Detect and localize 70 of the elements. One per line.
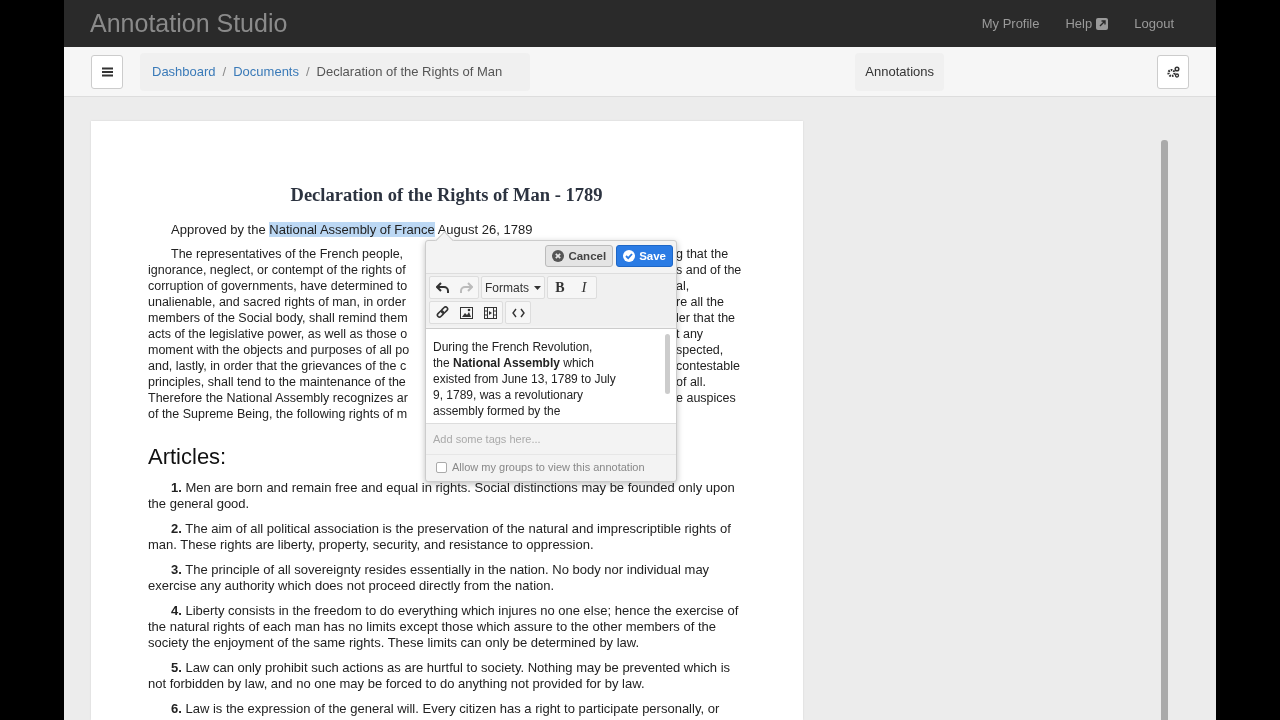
article-paragraph: 1. Men are born and remain free and equal in rights. Social distinctions may be founded only upon the general good. bbox=[148, 480, 736, 512]
nav-link[interactable]: My Profile bbox=[981, 16, 1040, 31]
article-paragraph: 5. Law can only prohibit such actions as are hurtful to society. Nothing may be prevented which is not forbidden by law, and no one may be forced to do anything not provided for by law. bbox=[148, 660, 732, 692]
bold-button[interactable]: B bbox=[548, 277, 572, 298]
breadcrumb-link[interactable]: Dashboard bbox=[152, 64, 216, 79]
code-icon bbox=[511, 307, 525, 318]
text-line: acts of the legislative power, as well as those o bbox=[148, 326, 409, 342]
menu-button[interactable] bbox=[91, 54, 123, 89]
article-paragraph: 6. Law is the expression of the general will. Every citizen has a right to participate personally, or bbox=[170, 701, 721, 717]
close-icon bbox=[552, 250, 565, 262]
text-line: unalienable, and sacred rights of man, in order bbox=[148, 294, 407, 310]
caret-icon bbox=[534, 285, 541, 290]
text-line: g that the bbox=[676, 246, 730, 262]
article-paragraph: 4. Liberty consists in the freedom to do everything which injures no one else; hence the exercise of the natural rights of each man has no limits except those which assure to the other members of the society the enjoyment of the same rights. These limits can only be determined by law. bbox=[148, 603, 740, 651]
scrollbar[interactable] bbox=[665, 334, 670, 394]
formats-dropdown[interactable]: Formats bbox=[482, 277, 544, 298]
approval-text: Approved by the bbox=[171, 222, 266, 237]
redo-icon bbox=[459, 281, 473, 294]
annotation-text-line: the National Assembly which bbox=[433, 355, 595, 371]
nav-link[interactable]: Help bbox=[1065, 16, 1109, 31]
highlighted-text[interactable]: National Assembly of France bbox=[269, 222, 435, 237]
approval-text: August 26, 1789 bbox=[437, 222, 533, 237]
text-line: moment with the objects and purposes of all po bbox=[148, 342, 411, 358]
annotation-text-line: 9, 1789, was a revolutionary bbox=[433, 387, 585, 403]
cancel-button[interactable]: Cancel bbox=[545, 245, 614, 267]
text-line: e auspices bbox=[676, 390, 737, 406]
check-circle-icon bbox=[623, 250, 636, 262]
film-icon bbox=[483, 306, 497, 319]
text-line: and, lastly, in order that the grievances of the c bbox=[148, 358, 408, 374]
text-line: principles, shall tend to the maintenance of the bbox=[148, 374, 407, 390]
text-line: contestable bbox=[676, 358, 741, 374]
external-link-icon bbox=[1096, 17, 1109, 30]
settings-button[interactable] bbox=[1157, 54, 1189, 89]
text-line: s and of the bbox=[676, 262, 743, 278]
text-line: The representatives of the French people, bbox=[170, 246, 405, 262]
breadcrumb-separator: / bbox=[221, 64, 228, 79]
share-label: Allow my groups to view this annotation bbox=[452, 461, 645, 473]
panel-title: Annotations bbox=[855, 52, 944, 91]
text-line: al, bbox=[676, 278, 691, 294]
text-line: of the Supreme Being, the following rights of m bbox=[148, 406, 409, 422]
annotation-text-line: During the French Revolution, bbox=[433, 339, 594, 355]
settings-icon bbox=[1166, 65, 1180, 78]
undo-icon bbox=[435, 281, 449, 294]
annotation-text-line: existed from June 13, 1789 to July bbox=[433, 371, 617, 387]
text-line: of all. bbox=[676, 374, 707, 390]
breadcrumb-link[interactable]: Documents bbox=[233, 64, 299, 79]
section-heading: Articles: bbox=[148, 444, 227, 470]
share-checkbox[interactable] bbox=[436, 461, 447, 473]
menu-icon bbox=[101, 66, 113, 77]
annotation-text-line: assembly formed by the bbox=[433, 403, 562, 419]
text-line: ler that the bbox=[676, 310, 737, 326]
text-line: ignorance, neglect, or contempt of the rights of bbox=[148, 262, 407, 278]
italic-button[interactable]: I bbox=[572, 277, 596, 298]
text-line: Therefore the National Assembly recognizes ar bbox=[148, 390, 409, 406]
scrollbar[interactable] bbox=[1161, 140, 1168, 720]
breadcrumb-current: Declaration of the Rights of Man bbox=[316, 64, 503, 79]
app-title: Annotation Studio bbox=[90, 9, 289, 38]
save-button[interactable]: Save bbox=[616, 245, 673, 267]
document-title: Declaration of the Rights of Man - 1789 bbox=[289, 185, 604, 206]
image-icon bbox=[459, 306, 473, 319]
breadcrumb-separator: / bbox=[305, 64, 311, 79]
text-line: spected, bbox=[676, 342, 725, 358]
text-line: corruption of governments, have determined to bbox=[148, 278, 409, 294]
tags-field[interactable]: Add some tags here... bbox=[433, 433, 669, 445]
article-paragraph: 3. The principle of all sovereignty resides essentially in the nation. No body nor individual may exercise any authority which does not proceed directly from the nation. bbox=[148, 562, 711, 594]
nav-link[interactable]: Logout bbox=[1134, 16, 1174, 31]
text-line: members of the Social body, shall remind them bbox=[148, 310, 409, 326]
article-paragraph: 2. The aim of all political association is the preservation of the natural and imprescriptible rights of man. These rights are liberty, property, security, and resistance to oppression. bbox=[148, 521, 732, 553]
text-line: re all the bbox=[676, 294, 725, 310]
link-icon bbox=[435, 306, 449, 319]
